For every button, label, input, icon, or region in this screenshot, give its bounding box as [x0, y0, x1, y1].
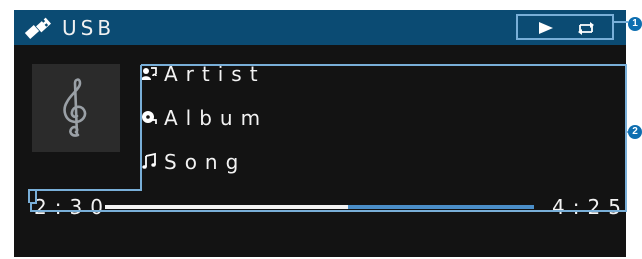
repeat-icon	[574, 19, 598, 37]
callout-badge-2: 2	[628, 125, 642, 139]
header-bar: USB	[14, 10, 626, 45]
album-art	[32, 64, 120, 152]
elapsed-time: 2:30	[34, 195, 111, 219]
song-label: Song	[164, 150, 247, 174]
album-icon	[140, 108, 158, 126]
treble-clef-icon	[63, 78, 87, 137]
display-screen: USB Artist Album Song 2:30 4:25	[14, 10, 626, 257]
progress-fill	[105, 205, 348, 209]
album-label: Album	[164, 106, 269, 130]
source-label: USB	[62, 16, 116, 40]
usb-stick-icon	[24, 16, 52, 40]
music-note-icon	[140, 152, 158, 170]
playback-status	[516, 14, 614, 40]
total-time: 4:25	[552, 195, 626, 219]
artist-label: Artist	[164, 62, 266, 86]
callout-badge-1: 1	[628, 17, 642, 31]
artist-icon	[140, 64, 158, 82]
progress-bar	[105, 205, 534, 209]
play-icon	[535, 19, 557, 37]
